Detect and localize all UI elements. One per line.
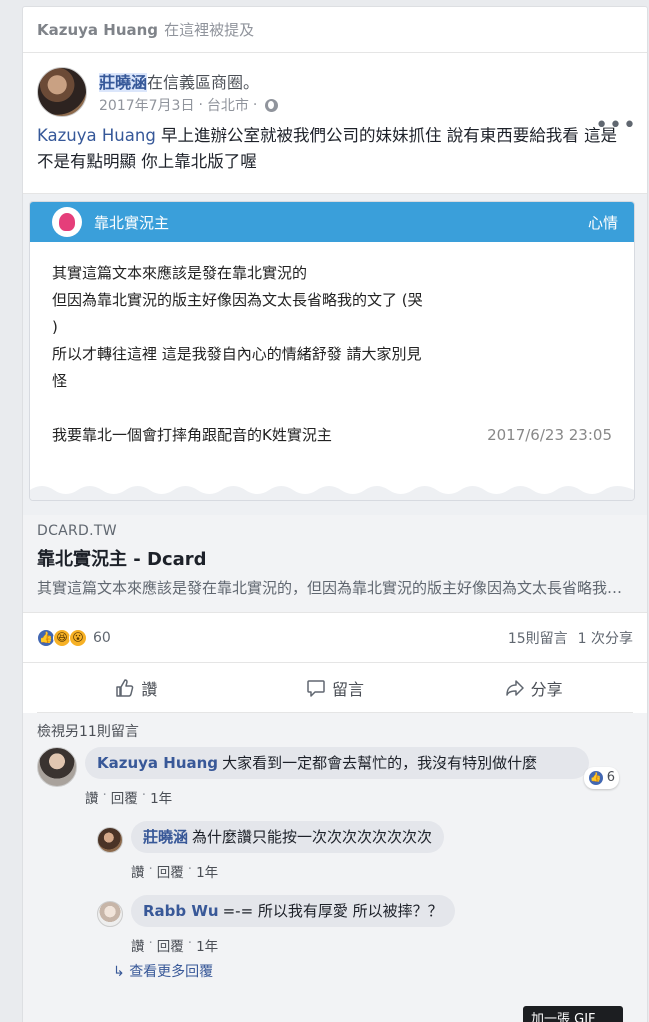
preview-line: 怪 [52, 372, 68, 390]
thumbs-up-icon [116, 678, 134, 697]
reply-time[interactable]: 1年 [196, 935, 218, 955]
preview-line: 所以才轉往這裡 這是我發自內心的情緒舒發 請大家別見 [52, 345, 422, 363]
reply-text: 為什麼讚只能按一次次次次次次次次 [192, 828, 433, 846]
comment-button[interactable]: 留言 [236, 676, 435, 700]
reply-bubble: Rabb Wu =-= 所以我有厚愛 所以被摔？？ [131, 895, 455, 927]
comments-section: 檢視另11則留言 Kazuya Huang 大家看到一定都會去幫忙的，我沒有特別做… [23, 713, 647, 1022]
more-options-icon[interactable]: ••• [595, 113, 637, 138]
globe-icon[interactable] [265, 98, 279, 112]
post-date[interactable]: 2017年7月3日 [99, 95, 194, 115]
like-button[interactable]: 讚 [37, 676, 236, 700]
wow-icon[interactable]: 😮 [69, 628, 87, 647]
reply-like-link[interactable]: 讚 [131, 861, 145, 881]
link-meta[interactable]: DCARD.TW 靠北實況主 - Dcard 其實這篇文本來應該是發在靠北實況的… [23, 515, 647, 613]
preview-line: 其實這篇文本來應該是發在靠北實況的 [52, 264, 308, 282]
mention-bar: Kazuya Huang 在這裡被提及 [23, 7, 647, 53]
share-label: 分享 [530, 679, 563, 699]
view-more-replies-label: 查看更多回覆 [129, 964, 214, 980]
link-domain: DCARD.TW [37, 523, 117, 539]
comment-reply-link[interactable]: 回覆 [111, 787, 138, 807]
like-icon: 👍 [587, 770, 604, 786]
comment-text: 大家看到一定都會去幫忙的，我沒有特別做什麼 [222, 754, 538, 772]
poster-line: 莊曉涵在信義區商圈。 [99, 69, 259, 93]
comment-actions: 讚 · 回覆 · 1年 [85, 787, 173, 807]
meta-separator: · [198, 97, 203, 113]
mood-label: 心情 [587, 213, 618, 232]
share-icon [505, 679, 524, 696]
mention-name[interactable]: Kazuya Huang [37, 21, 158, 39]
comment-avatar[interactable] [37, 747, 77, 787]
reaction-summary: 👍 😆 😮 60 15則留言 1 次分享 [23, 613, 647, 663]
tagged-user[interactable]: Kazuya Huang [37, 126, 156, 145]
reply-reply-link[interactable]: 回覆 [157, 935, 184, 955]
author-avatar[interactable] [37, 67, 87, 117]
dcard-header: 靠北實況主 心情 [30, 202, 634, 242]
meta-separator-2: · [252, 97, 258, 113]
reaction-count[interactable]: 60 [93, 630, 111, 646]
comment-bubble: Kazuya Huang 大家看到一定都會去幫忙的，我沒有特別做什麼 👍 6 [85, 747, 619, 789]
board-avatar-icon [52, 207, 82, 237]
post-text: Kazuya Huang 早上進辦公室就被我們公司的妹妹抓住 說有東西要給我看 … [23, 123, 647, 183]
comment-icon [307, 679, 325, 697]
preview-timestamp: 2017/6/23 23:05 [487, 426, 612, 444]
board-name: 靠北實況主 [94, 213, 170, 232]
action-bar: 讚 留言 分享 [37, 663, 633, 713]
reply-actions: 讚 · 回覆 · 1年 [131, 935, 219, 955]
post-city[interactable]: 台北市 [207, 95, 249, 115]
comment-like-badge[interactable]: 👍 6 [583, 767, 619, 789]
comment-time[interactable]: 1年 [150, 787, 172, 807]
reply-bubble: 莊曉涵 為什麼讚只能按一次次次次次次次次 [131, 821, 445, 853]
dcard-post-card: 靠北實況主 心情 其實這篇文本來應該是發在靠北實況的 但因為靠北實況的版主好像因… [29, 201, 635, 501]
mention-text: 在這裡被提及 [164, 21, 255, 39]
counts-right: 15則留言 1 次分享 [508, 628, 633, 648]
comment-item: Kazuya Huang 大家看到一定都會去幫忙的，我沒有特別做什麼 👍 6 讚 … [37, 747, 633, 807]
reply-arrow-icon: ↳ [113, 964, 130, 980]
comment-like-link[interactable]: 讚 [85, 787, 99, 807]
reply-item: Rabb Wu =-= 所以我有厚愛 所以被摔？？ 讚 · 回覆 · 1年 [97, 895, 633, 955]
share-count[interactable]: 1 次分享 [578, 628, 633, 648]
reply-time[interactable]: 1年 [196, 861, 218, 881]
comment-label: 留言 [332, 679, 365, 699]
preview-line: 但因為靠北實況的版主好像因為文太長省略我的文了 (哭 [52, 291, 423, 309]
like-label: 讚 [141, 679, 158, 699]
comment-count[interactable]: 15則留言 [508, 628, 568, 648]
reply-like-link[interactable]: 讚 [131, 935, 145, 955]
post-meta: 2017年7月3日 · 台北市 · [99, 95, 279, 115]
post-header: 莊曉涵在信義區商圈。 2017年7月3日 · 台北市 · ••• [23, 53, 647, 138]
view-more-replies[interactable]: ↳ 查看更多回覆 [113, 961, 633, 981]
reply-item: 莊曉涵 為什麼讚只能按一次次次次次次次次 讚 · 回覆 · 1年 [97, 821, 633, 881]
reply-avatar[interactable] [97, 901, 123, 927]
reply-text: =-= 所以我有厚愛 所以被摔？？ [222, 902, 443, 920]
link-description: 其實這篇文本來應該是發在靠北實況的，但因為靠北實況的版主好像因為文太長省略我的文… [37, 579, 633, 597]
reply-author[interactable]: 莊曉涵 [143, 828, 188, 846]
post-card: Kazuya Huang 在這裡被提及 莊曉涵在信義區商圈。 2017年7月3日… [22, 6, 648, 1022]
link-preview-image[interactable]: 靠北實況主 心情 其實這篇文本來應該是發在靠北實況的 但因為靠北實況的版主好像因… [23, 193, 647, 515]
location-text[interactable]: 在信義區商圈。 [147, 73, 259, 92]
comment-like-count: 6 [606, 770, 615, 785]
reply-reply-link[interactable]: 回覆 [157, 861, 184, 881]
author-name[interactable]: 莊曉涵 [99, 73, 148, 92]
reply-avatar[interactable] [97, 827, 123, 853]
reply-author[interactable]: Rabb Wu [143, 902, 219, 920]
preview-line: ) [52, 318, 58, 336]
torn-edge [30, 486, 634, 500]
view-more-comments[interactable]: 檢視另11則留言 [37, 721, 633, 741]
share-button[interactable]: 分享 [434, 676, 633, 700]
link-title[interactable]: 靠北實況主 - Dcard [37, 545, 633, 571]
dcard-body: 其實這篇文本來應該是發在靠北實況的 但因為靠北實況的版主好像因為文太長省略我的文… [30, 242, 634, 467]
add-gif-overlay[interactable]: 加一張 GIF [523, 1006, 623, 1022]
reply-actions: 讚 · 回覆 · 1年 [131, 861, 219, 881]
comment-author[interactable]: Kazuya Huang [97, 754, 218, 772]
